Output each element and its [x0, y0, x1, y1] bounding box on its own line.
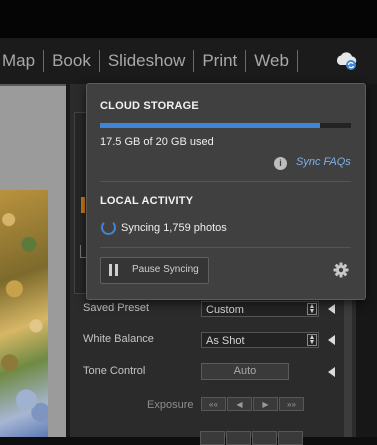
module-slideshow[interactable]: Slideshow: [100, 38, 194, 84]
storage-usage-text: 17.5 GB of 20 GB used: [100, 136, 214, 148]
pause-icon: [109, 264, 119, 276]
stepper-icon: ▲ ▼: [307, 334, 317, 346]
auto-tone-button[interactable]: Auto: [201, 363, 289, 380]
exposure-decrease-button[interactable]: ◀: [227, 397, 252, 411]
local-activity-title: LOCAL ACTIVITY: [100, 195, 194, 207]
partial-button[interactable]: [252, 431, 277, 445]
tone-control-row: Tone Control Auto: [74, 358, 344, 388]
white-balance-row: White Balance As Shot ▲ ▼: [74, 326, 344, 356]
top-bar: [0, 0, 377, 38]
cloud-status-popover: CLOUD STORAGE 17.5 GB of 20 GB used i Sy…: [86, 83, 366, 300]
partial-button[interactable]: [278, 431, 303, 445]
white-balance-label: White Balance: [83, 333, 154, 345]
storage-progress-fill: [100, 123, 320, 128]
panel-scrollbar[interactable]: [344, 292, 352, 437]
stepper-icon: ▲ ▼: [307, 303, 317, 315]
exposure-buttons: «« ◀ ▶ »»: [201, 397, 304, 411]
saved-preset-value: Custom: [206, 304, 244, 316]
storage-progress-bar: [100, 123, 351, 128]
collapse-triangle-icon[interactable]: [328, 335, 335, 345]
popover-divider: [100, 181, 351, 182]
sync-faqs-link[interactable]: Sync FAQs: [296, 156, 351, 168]
module-book[interactable]: Book: [44, 38, 99, 84]
module-print[interactable]: Print: [194, 38, 245, 84]
module-picker: Map Book Slideshow Print Web: [0, 38, 377, 84]
sync-status-text: Syncing 1,759 photos: [121, 222, 227, 234]
collapse-triangle-icon[interactable]: [328, 304, 335, 314]
saved-preset-select[interactable]: Custom ▲ ▼: [201, 301, 319, 317]
tone-control-label: Tone Control: [83, 365, 146, 377]
next-row-buttons: [200, 431, 303, 445]
cloud-sync-icon[interactable]: [334, 50, 358, 72]
module-map[interactable]: Map: [0, 38, 43, 84]
sync-spinner-icon: [101, 220, 116, 235]
exposure-label: Exposure: [147, 399, 194, 411]
white-balance-value: As Shot: [206, 335, 245, 347]
white-balance-select[interactable]: As Shot ▲ ▼: [201, 332, 319, 348]
exposure-increase-button[interactable]: ▶: [253, 397, 278, 411]
pause-syncing-label: Pause Syncing: [132, 264, 199, 275]
panel-divider: [66, 84, 70, 437]
exposure-increase-large-button[interactable]: »»: [279, 397, 304, 411]
cloud-storage-title: CLOUD STORAGE: [100, 100, 199, 112]
pause-syncing-button[interactable]: Pause Syncing: [100, 257, 209, 284]
popover-divider: [100, 247, 351, 248]
partial-button[interactable]: [200, 431, 225, 445]
info-icon: i: [274, 157, 287, 170]
module-web[interactable]: Web: [246, 38, 297, 84]
photo-preview[interactable]: [0, 190, 48, 437]
gear-icon[interactable]: [333, 262, 349, 278]
highlight-marker: [81, 197, 85, 213]
collapse-triangle-icon[interactable]: [328, 367, 335, 377]
module-separator: [296, 50, 298, 72]
saved-preset-label: Saved Preset: [83, 302, 150, 314]
partial-button[interactable]: [226, 431, 251, 445]
exposure-row: Exposure «« ◀ ▶ »»: [74, 391, 344, 421]
exposure-decrease-large-button[interactable]: ««: [201, 397, 226, 411]
